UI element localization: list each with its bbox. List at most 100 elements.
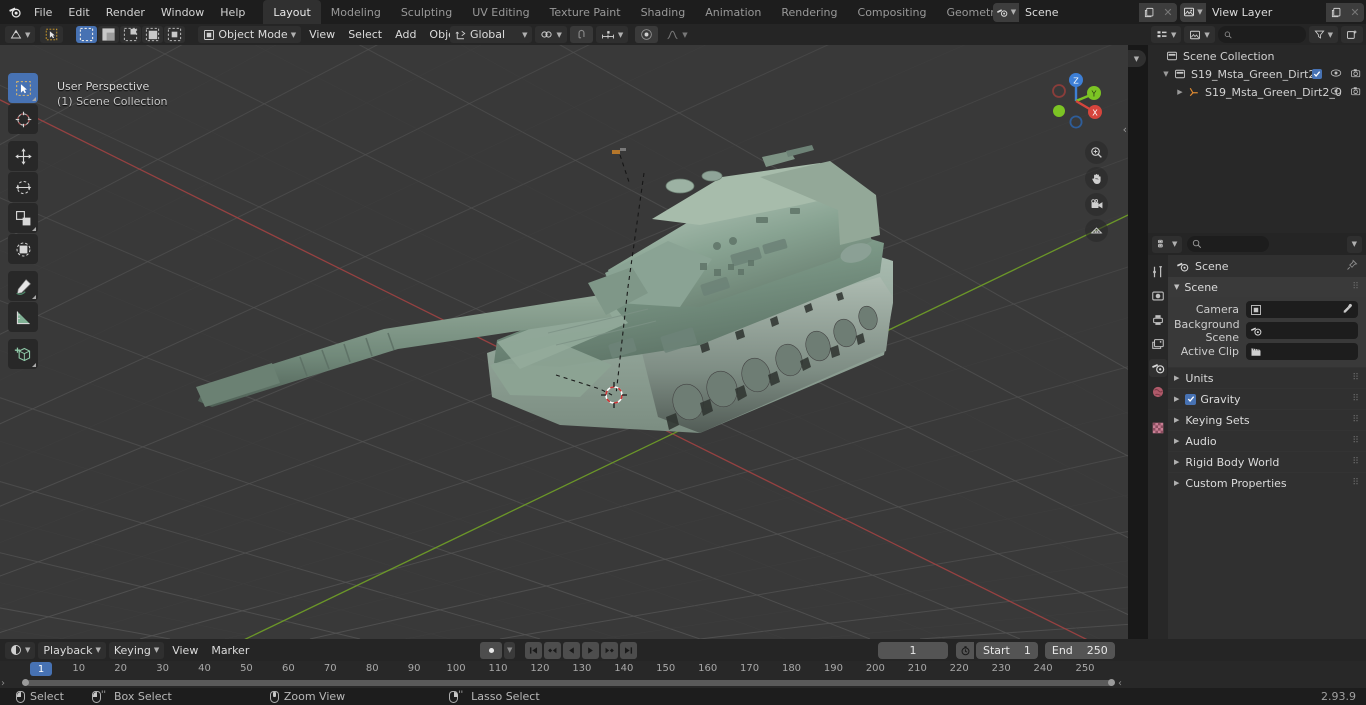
prev-keyframe-button[interactable] bbox=[544, 641, 562, 659]
tab-tool-icon[interactable] bbox=[1149, 263, 1167, 281]
navigation-gizmo[interactable]: Z Y X bbox=[1042, 67, 1110, 135]
tab-output-icon[interactable] bbox=[1149, 311, 1167, 329]
jump-to-start-button[interactable] bbox=[525, 641, 543, 659]
background-scene-field[interactable] bbox=[1246, 322, 1358, 339]
play-reverse-button[interactable] bbox=[563, 641, 581, 659]
transform-tool[interactable] bbox=[8, 234, 38, 264]
subpanel-units[interactable]: ▶ Units ⠿ bbox=[1168, 367, 1366, 388]
outliner-search-field[interactable] bbox=[1236, 28, 1300, 41]
ortho-grid-icon[interactable] bbox=[1085, 219, 1108, 242]
scale-tool[interactable] bbox=[8, 203, 38, 233]
timeline-ruler[interactable]: 10 20 30 40 50 60 70 80 90 100 110 120 130 140 150 160 1… bbox=[0, 661, 1128, 679]
new-view-layer-icon[interactable] bbox=[1326, 2, 1346, 22]
rotate-tool[interactable] bbox=[8, 172, 38, 202]
jump-to-end-button[interactable] bbox=[620, 641, 638, 659]
panel-header-scene[interactable]: ▼ Scene ⠿ bbox=[1168, 277, 1366, 297]
auto-keying-dropdown[interactable]: ▼ bbox=[504, 641, 516, 659]
view-layer-icon[interactable]: ▼ bbox=[1180, 2, 1206, 22]
new-scene-icon[interactable] bbox=[1139, 2, 1159, 22]
timeline-menu-keying[interactable]: Keying ▼ bbox=[108, 641, 165, 659]
pivot-point-dropdown[interactable]: ▼ bbox=[535, 26, 567, 43]
hide-in-viewport-icon[interactable] bbox=[1330, 67, 1342, 82]
3d-viewport[interactable]: User Perspective (1) Scene Collection Z … bbox=[0, 45, 1128, 639]
timeline-scroll-handle-left[interactable] bbox=[22, 679, 29, 686]
tab-view-layer-icon[interactable] bbox=[1149, 335, 1167, 353]
menu-render[interactable]: Render bbox=[98, 3, 153, 21]
viewport-menu-add[interactable]: Add bbox=[390, 26, 421, 43]
menu-help[interactable]: Help bbox=[212, 3, 253, 21]
workspace-tab-uv-editing[interactable]: UV Editing bbox=[462, 0, 539, 24]
subpanel-audio[interactable]: ▶ Audio ⠿ bbox=[1168, 430, 1366, 451]
zoom-icon[interactable] bbox=[1085, 141, 1108, 164]
properties-options-dropdown[interactable]: ▼ bbox=[1346, 235, 1362, 253]
workspace-tab-animation[interactable]: Animation bbox=[695, 0, 771, 24]
add-cube-tool[interactable] bbox=[8, 339, 38, 369]
disclosure-triangle-icon[interactable]: ▼ bbox=[1160, 70, 1172, 78]
menu-file[interactable]: File bbox=[26, 3, 60, 21]
new-collection-button[interactable] bbox=[1341, 26, 1363, 43]
timeline-menu-playback[interactable]: Playback ▼ bbox=[38, 641, 106, 659]
end-frame-field[interactable]: End 250 bbox=[1044, 641, 1115, 659]
annotate-tool[interactable] bbox=[8, 271, 38, 301]
start-frame-field[interactable]: Start 1 bbox=[976, 641, 1038, 659]
timeline-scroll-handle-right[interactable] bbox=[1108, 679, 1115, 686]
viewport-menu-view[interactable]: View bbox=[304, 26, 340, 43]
pin-icon[interactable] bbox=[1346, 259, 1358, 274]
eyedropper-icon[interactable] bbox=[1342, 303, 1353, 317]
next-keyframe-button[interactable] bbox=[601, 641, 619, 659]
workspace-tab-compositing[interactable]: Compositing bbox=[848, 0, 937, 24]
viewport-menu-select[interactable]: Select bbox=[343, 26, 387, 43]
workspace-tab-modeling[interactable]: Modeling bbox=[321, 0, 391, 24]
gravity-checkbox[interactable] bbox=[1185, 393, 1197, 405]
tab-scene-icon[interactable] bbox=[1149, 359, 1167, 377]
disable-in-render-icon[interactable] bbox=[1350, 85, 1362, 100]
unlink-scene-icon[interactable]: ✕ bbox=[1159, 2, 1177, 22]
view-layer-selector[interactable]: ▼ View Layer ✕ bbox=[1180, 2, 1364, 22]
tweak-select-tool[interactable] bbox=[8, 73, 38, 103]
outliner-row-collection-s19[interactable]: ▼ S19_Msta_Green_Dirt2 bbox=[1148, 65, 1366, 83]
outliner-search-input[interactable] bbox=[1217, 26, 1306, 43]
timeline-playhead[interactable]: 1 bbox=[30, 662, 52, 676]
timeline-editor-type-selector[interactable]: ▼ bbox=[5, 641, 36, 659]
outliner-row-scene-collection[interactable]: Scene Collection bbox=[1148, 47, 1366, 65]
timeline-menu-marker[interactable]: Marker bbox=[206, 642, 254, 659]
current-frame-field[interactable]: 1 bbox=[878, 641, 948, 659]
play-button[interactable] bbox=[582, 641, 600, 659]
tab-texture-icon[interactable] bbox=[1149, 419, 1167, 437]
workspace-tab-shading[interactable]: Shading bbox=[631, 0, 696, 24]
outliner-display-mode[interactable]: ▼ bbox=[1184, 26, 1215, 43]
select-set-button[interactable] bbox=[76, 26, 98, 43]
use-preview-range-icon[interactable] bbox=[956, 641, 974, 659]
outliner-filter-button[interactable]: ▼ bbox=[1308, 26, 1338, 43]
workspace-tab-texture-paint[interactable]: Texture Paint bbox=[540, 0, 631, 24]
blender-logo-icon[interactable] bbox=[4, 2, 26, 22]
subpanel-keying-sets[interactable]: ▶ Keying Sets ⠿ bbox=[1168, 409, 1366, 430]
outliner-row-object-s19-0[interactable]: ▶ S19_Msta_Green_Dirt2_0 bbox=[1148, 83, 1366, 101]
object-mode-dropdown[interactable]: Object Mode ▼ bbox=[198, 26, 302, 43]
hand-icon[interactable] bbox=[1085, 167, 1108, 190]
snap-toggle-button[interactable] bbox=[569, 26, 593, 43]
editor-type-selector[interactable]: ▼ bbox=[5, 26, 36, 43]
disclosure-triangle-icon[interactable]: ▶ bbox=[1174, 88, 1186, 96]
timeline-scroll-track[interactable] bbox=[26, 680, 1114, 686]
select-intersect-button[interactable] bbox=[164, 26, 186, 43]
sidebar-toggle-arrow-icon[interactable]: ‹ bbox=[1123, 123, 1127, 136]
view-layer-name-field[interactable]: View Layer bbox=[1206, 2, 1326, 22]
workspace-tab-rendering[interactable]: Rendering bbox=[771, 0, 847, 24]
tank-model-3d-object[interactable] bbox=[0, 45, 1128, 639]
menu-edit[interactable]: Edit bbox=[60, 3, 97, 21]
collection-checkbox[interactable] bbox=[1312, 69, 1322, 79]
scene-icon[interactable]: ▼ bbox=[993, 2, 1019, 22]
menu-window[interactable]: Window bbox=[153, 3, 212, 21]
disable-in-render-icon[interactable] bbox=[1350, 67, 1362, 82]
subpanel-gravity[interactable]: ▶ Gravity ⠿ bbox=[1168, 388, 1366, 409]
active-clip-field[interactable] bbox=[1246, 343, 1358, 360]
select-extend-button[interactable] bbox=[98, 26, 120, 43]
scene-selector[interactable]: ▼ Scene ✕ bbox=[993, 2, 1177, 22]
camera-icon[interactable] bbox=[1085, 193, 1108, 216]
measure-tool[interactable] bbox=[8, 302, 38, 332]
cursor-tool[interactable] bbox=[8, 104, 38, 134]
workspace-tab-layout[interactable]: Layout bbox=[263, 0, 321, 24]
properties-search-input[interactable] bbox=[1187, 236, 1270, 252]
workspace-tab-sculpting[interactable]: Sculpting bbox=[391, 0, 462, 24]
